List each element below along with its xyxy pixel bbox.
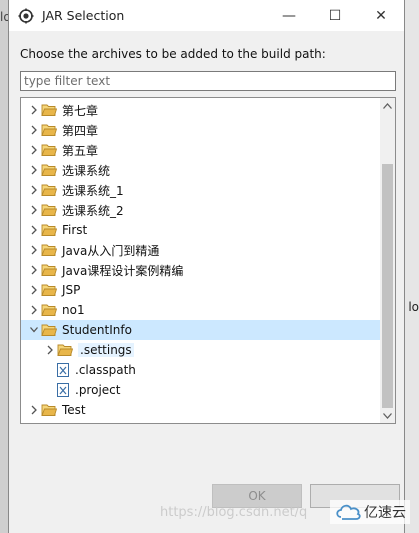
tree-row[interactable]: StudentInfo bbox=[21, 320, 381, 340]
tree-row[interactable]: 选课系统_1 bbox=[21, 180, 381, 200]
chevron-right-icon[interactable] bbox=[29, 124, 39, 136]
brand-name: 亿速云 bbox=[364, 505, 406, 521]
folder-icon bbox=[41, 284, 57, 296]
folder-icon bbox=[41, 124, 57, 136]
folder-icon bbox=[41, 144, 57, 156]
tree-item-label: 选课系统 bbox=[62, 163, 111, 178]
tree-row[interactable]: no1 bbox=[21, 300, 381, 320]
eclipse-gear-icon bbox=[18, 8, 34, 23]
tree-item-label: .settings bbox=[78, 343, 134, 357]
maximize-icon: ☐ bbox=[328, 7, 342, 24]
tree-item-label: 第五章 bbox=[62, 143, 99, 158]
tree-list: 第七章第四章第五章选课系统选课系统_1 选课系统_2 First Java从入门到精通… bbox=[21, 100, 381, 420]
tree-item-label: 第四章 bbox=[62, 123, 99, 138]
minimize-button[interactable]: — bbox=[266, 0, 312, 31]
tree-item-label: Java从入门到精通 bbox=[62, 243, 160, 258]
cloud-logo-icon bbox=[336, 504, 361, 520]
folder-icon bbox=[41, 184, 57, 196]
tree-row[interactable]: .settings bbox=[21, 340, 381, 360]
chevron-right-icon[interactable] bbox=[29, 184, 39, 196]
background-window-left: lo bbox=[0, 0, 11, 533]
window-controls: — ☐ ✕ bbox=[266, 0, 404, 31]
folder-icon bbox=[57, 344, 73, 356]
chevron-right-icon[interactable] bbox=[29, 244, 39, 256]
folder-icon bbox=[41, 324, 57, 336]
chevron-right-icon[interactable] bbox=[29, 404, 39, 416]
tree-item-label: First bbox=[62, 223, 88, 237]
tree-row[interactable]: 第五章 bbox=[21, 140, 381, 160]
tree-row[interactable]: Java课程设计案例精编 bbox=[21, 260, 381, 280]
chevron-right-icon[interactable] bbox=[29, 104, 39, 116]
watermark-text: https://blog.csdn.net/q bbox=[160, 505, 308, 520]
chevron-right-icon[interactable] bbox=[45, 344, 55, 356]
tree-item-label: 选课系统_2 bbox=[62, 203, 124, 218]
xml-file-icon bbox=[57, 383, 69, 397]
tree-row[interactable]: .project bbox=[21, 380, 381, 400]
chevron-right-icon[interactable] bbox=[29, 304, 39, 316]
scroll-thumb[interactable] bbox=[382, 164, 393, 408]
instruction-label: Choose the archives to be added to the b… bbox=[20, 47, 326, 61]
tree-row[interactable]: 选课系统 bbox=[21, 160, 381, 180]
chevron-down-icon[interactable] bbox=[29, 324, 39, 336]
folder-icon bbox=[41, 204, 57, 216]
folder-icon bbox=[41, 224, 57, 236]
tree-item-label: 第七章 bbox=[62, 103, 99, 118]
tree-item-label: .classpath bbox=[75, 363, 136, 377]
folder-icon bbox=[41, 304, 57, 316]
tree-item-label: JSP bbox=[62, 283, 81, 297]
close-button[interactable]: ✕ bbox=[358, 0, 404, 31]
maximize-button[interactable]: ☐ bbox=[312, 0, 358, 31]
tree-item-label: no1 bbox=[62, 303, 85, 317]
background-window-right: lo bbox=[405, 0, 419, 533]
tree-row[interactable]: .classpath bbox=[21, 360, 381, 380]
tree-item-label: StudentInfo bbox=[62, 323, 132, 337]
xml-file-icon bbox=[57, 363, 69, 377]
scroll-up-arrow-icon[interactable] bbox=[380, 98, 395, 113]
vertical-scrollbar[interactable] bbox=[380, 98, 395, 423]
minimize-icon: — bbox=[282, 7, 296, 24]
filter-input[interactable] bbox=[20, 71, 396, 91]
tree-row[interactable]: Test bbox=[21, 400, 381, 420]
folder-icon bbox=[41, 404, 57, 416]
archive-tree[interactable]: 第七章第四章第五章选课系统选课系统_1 选课系统_2 First Java从入门到精通… bbox=[20, 97, 396, 424]
tree-item-label: Test bbox=[62, 403, 86, 417]
scroll-down-arrow-icon[interactable] bbox=[380, 408, 395, 423]
tree-row[interactable]: Java从入门到精通 bbox=[21, 240, 381, 260]
chevron-right-icon[interactable] bbox=[29, 164, 39, 176]
chevron-right-icon[interactable] bbox=[29, 144, 39, 156]
chevron-right-icon[interactable] bbox=[29, 264, 39, 276]
tree-item-label: 选课系统_1 bbox=[62, 183, 124, 198]
tree-row[interactable]: First bbox=[21, 220, 381, 240]
close-icon: ✕ bbox=[375, 7, 387, 24]
tree-row[interactable]: 第七章 bbox=[21, 100, 381, 120]
background-right-text: lo bbox=[408, 300, 419, 314]
screen: lo lo JAR Selection — ☐ ✕ Choose the arc… bbox=[0, 0, 419, 533]
tree-row[interactable]: 第四章 bbox=[21, 120, 381, 140]
folder-icon bbox=[41, 164, 57, 176]
chevron-right-icon[interactable] bbox=[29, 204, 39, 216]
tree-item-label: Java课程设计案例精编 bbox=[62, 263, 184, 278]
window-title: JAR Selection bbox=[42, 8, 125, 23]
folder-icon bbox=[41, 264, 57, 276]
jar-selection-dialog: JAR Selection — ☐ ✕ Choose the archives … bbox=[8, 0, 405, 533]
title-bar[interactable]: JAR Selection — ☐ ✕ bbox=[9, 0, 404, 31]
chevron-right-icon[interactable] bbox=[29, 284, 39, 296]
tree-row[interactable]: JSP bbox=[21, 280, 381, 300]
chevron-right-icon[interactable] bbox=[29, 224, 39, 236]
folder-icon bbox=[41, 244, 57, 256]
tree-row[interactable]: 选课系统_2 bbox=[21, 200, 381, 220]
tree-item-label: .project bbox=[75, 383, 121, 397]
brand-logo: 亿速云 bbox=[330, 500, 410, 524]
folder-icon bbox=[41, 104, 57, 116]
